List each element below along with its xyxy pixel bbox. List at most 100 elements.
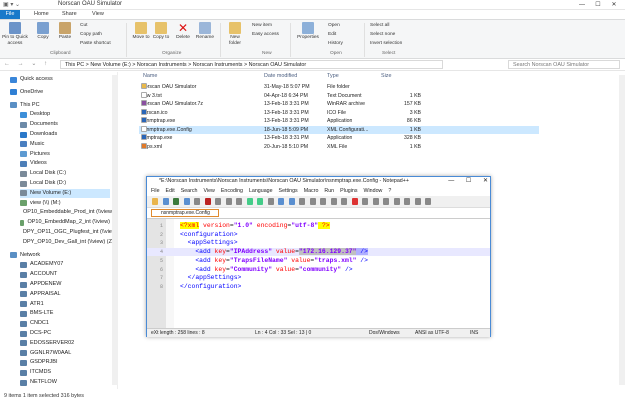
toolbar-button-icon[interactable] xyxy=(425,198,431,205)
tab-home[interactable]: Home xyxy=(30,10,53,19)
copy-to-button[interactable]: Copy to xyxy=(152,22,170,41)
nav-item[interactable]: BMS-LTE xyxy=(20,309,110,318)
notepad-menu-item[interactable]: Search xyxy=(181,187,198,195)
toolbar-button-icon[interactable] xyxy=(162,198,169,205)
file-row[interactable]: traps.xml 20-Jun-18 5:10 PM XML File 1 KB xyxy=(139,142,539,151)
nav-item[interactable]: ATR1 xyxy=(20,300,110,309)
properties-button[interactable]: Properties xyxy=(294,22,322,41)
move-to-button[interactable]: Move to xyxy=(132,22,150,41)
nav-item[interactable]: ITCMDS xyxy=(20,368,110,377)
close-button[interactable]: ✕ xyxy=(606,0,622,10)
notepad-menu-item[interactable]: Plugins xyxy=(340,187,357,195)
nav-item[interactable]: Desktop xyxy=(20,110,110,119)
notepad-menu-item[interactable]: View xyxy=(203,187,214,195)
delete-button[interactable]: ✕ Delete xyxy=(174,22,192,41)
toolbar-button-icon[interactable] xyxy=(204,198,211,205)
notepad-menu-item[interactable]: Language xyxy=(249,187,273,195)
navigation-arrows[interactable]: ← → ⌄ ↑ xyxy=(4,60,50,67)
nav-item[interactable]: DCS-PC xyxy=(20,329,110,338)
nav-item[interactable]: ACADEMY07 xyxy=(20,260,110,269)
code-line[interactable]: 2 <configuration> xyxy=(147,231,490,239)
file-row[interactable]: snmptrap.exe 13-Feb-18 3:31 PM Application… xyxy=(139,134,539,142)
pin-quick-access-button[interactable]: Pin to Quick access xyxy=(2,22,28,46)
document-tab[interactable]: nsnmptrap.exe.Config xyxy=(151,209,219,217)
notepad-menu-item[interactable]: Run xyxy=(324,187,334,195)
nav-item[interactable]: OP10_Embeddable_Prod_int (\\view) xyxy=(20,208,114,217)
toolbar-button-icon[interactable] xyxy=(173,198,179,205)
toolbar-button-icon[interactable] xyxy=(194,198,200,205)
toolbar-button-icon[interactable] xyxy=(152,198,158,205)
file-row[interactable]: nsnmptrap.exe 13-Feb-18 3:31 PM Applicatio… xyxy=(139,117,539,125)
notepad-menu-item[interactable]: Encoding xyxy=(221,187,243,195)
minimize-button[interactable]: — xyxy=(448,178,454,184)
rename-button[interactable]: Rename xyxy=(194,22,216,41)
toolbar-button-icon[interactable] xyxy=(236,198,242,205)
nav-item[interactable]: APPDENEW xyxy=(20,280,110,289)
address-bar[interactable]: This PC > New Volume (E:) > Norscan Inst… xyxy=(60,60,443,69)
notepad-menu-item[interactable]: Edit xyxy=(166,187,175,195)
nav-item[interactable]: Music xyxy=(20,140,110,149)
nav-item[interactable]: This PC xyxy=(10,101,110,110)
toolbar-button-icon[interactable] xyxy=(372,198,379,205)
toolbar-button-icon[interactable] xyxy=(393,198,400,205)
nav-item[interactable]: Documents xyxy=(20,120,110,129)
nav-item[interactable]: Pictures xyxy=(20,150,110,159)
toolbar-button-icon[interactable] xyxy=(215,198,221,205)
notepad-menu-item[interactable]: Macro xyxy=(304,187,319,195)
file-row[interactable]: Norscan OAU Simulator 31-May-18 5:07 PM Fi… xyxy=(139,83,539,91)
open-button[interactable]: Open xyxy=(328,23,340,28)
column-name[interactable]: Name xyxy=(143,72,157,81)
toolbar-button-icon[interactable] xyxy=(299,198,305,205)
copy-path-button[interactable]: Copy path xyxy=(80,32,102,37)
notepad-menu-item[interactable]: ? xyxy=(388,187,391,195)
copy-button[interactable]: Copy xyxy=(34,22,52,41)
code-line[interactable]: 4 <add key="IPAddress" value="172.16.129… xyxy=(147,248,490,257)
minimize-button[interactable]: — xyxy=(574,0,590,10)
toolbar-button-icon[interactable] xyxy=(246,198,253,205)
nav-item[interactable]: Local Disk (C:) xyxy=(20,169,110,178)
nav-item[interactable]: EDOSSERVER02 xyxy=(20,339,110,348)
code-line[interactable]: 3 <appSettings> xyxy=(147,239,490,247)
nav-item[interactable]: Videos xyxy=(20,159,110,168)
nav-item[interactable]: APPRAISAL xyxy=(20,290,110,299)
code-line[interactable]: 1 <?xml version="1.0" encoding="utf-8" ?> xyxy=(147,222,490,230)
maximize-button[interactable]: ☐ xyxy=(590,0,606,10)
nav-item[interactable]: ACCOUNT xyxy=(20,270,110,279)
nav-item[interactable]: Quick access xyxy=(10,75,110,84)
file-row[interactable]: norscan.ico 13-Feb-18 3:31 PM ICO File 3 KB xyxy=(139,108,539,117)
invert-selection-button[interactable]: Invert selection xyxy=(370,41,402,46)
toolbar-button-icon[interactable] xyxy=(414,198,421,205)
edit-button[interactable]: Edit xyxy=(328,32,336,37)
nav-item[interactable]: OneDrive xyxy=(10,88,110,97)
file-row[interactable]: nsnmptrap.exe.Config 18-Jun-18 5:09 PM XML… xyxy=(139,125,539,134)
toolbar-button-icon[interactable] xyxy=(362,198,368,205)
nav-scrollbar[interactable] xyxy=(112,75,118,385)
paste-shortcut-button[interactable]: Paste shortcut xyxy=(80,41,111,46)
nav-item[interactable]: view (\\) (M:) xyxy=(20,199,110,208)
column-date-modified[interactable]: Date modified xyxy=(264,72,297,81)
toolbar-button-icon[interactable] xyxy=(351,198,358,205)
notepad-menu-item[interactable]: Window xyxy=(364,187,383,195)
toolbar-button-icon[interactable] xyxy=(320,198,326,205)
toolbar-button-icon[interactable] xyxy=(225,198,232,205)
code-line[interactable]: 5 <add key="TrapsFileName" value="traps.… xyxy=(147,257,490,265)
nav-item[interactable]: Downloads xyxy=(20,130,110,139)
easy-access-button[interactable]: Easy access xyxy=(252,32,279,37)
nav-item[interactable]: NETFLOW xyxy=(20,378,110,387)
toolbar-button-icon[interactable] xyxy=(383,198,389,205)
nav-item[interactable]: Network xyxy=(10,251,110,260)
toolbar-button-icon[interactable] xyxy=(404,198,410,205)
close-button[interactable]: ✕ xyxy=(483,178,488,184)
quick-access-toolbar[interactable]: ▣ ▾ ⌄ xyxy=(3,1,20,8)
nav-item[interactable]: GSDPRJBI xyxy=(20,358,110,367)
file-row[interactable]: Norscan OAU Simulator.7z 13-Feb-18 3:31 P… xyxy=(139,100,539,108)
select-all-button[interactable]: Select all xyxy=(370,23,389,28)
notepad-menu-item[interactable]: Settings xyxy=(279,187,298,195)
notepad-menu-item[interactable]: File xyxy=(151,187,160,195)
tab-share[interactable]: Share xyxy=(58,10,81,19)
nav-item[interactable]: GGNLR7W0AAL xyxy=(20,349,110,358)
code-line[interactable]: 8 </configuration> xyxy=(147,283,490,291)
column-size[interactable]: Size xyxy=(381,72,392,81)
content-scrollbar[interactable] xyxy=(619,75,625,385)
file-row[interactable]: new 3.txt 04-Apr-18 6:34 PM Text Document 1… xyxy=(139,91,539,100)
